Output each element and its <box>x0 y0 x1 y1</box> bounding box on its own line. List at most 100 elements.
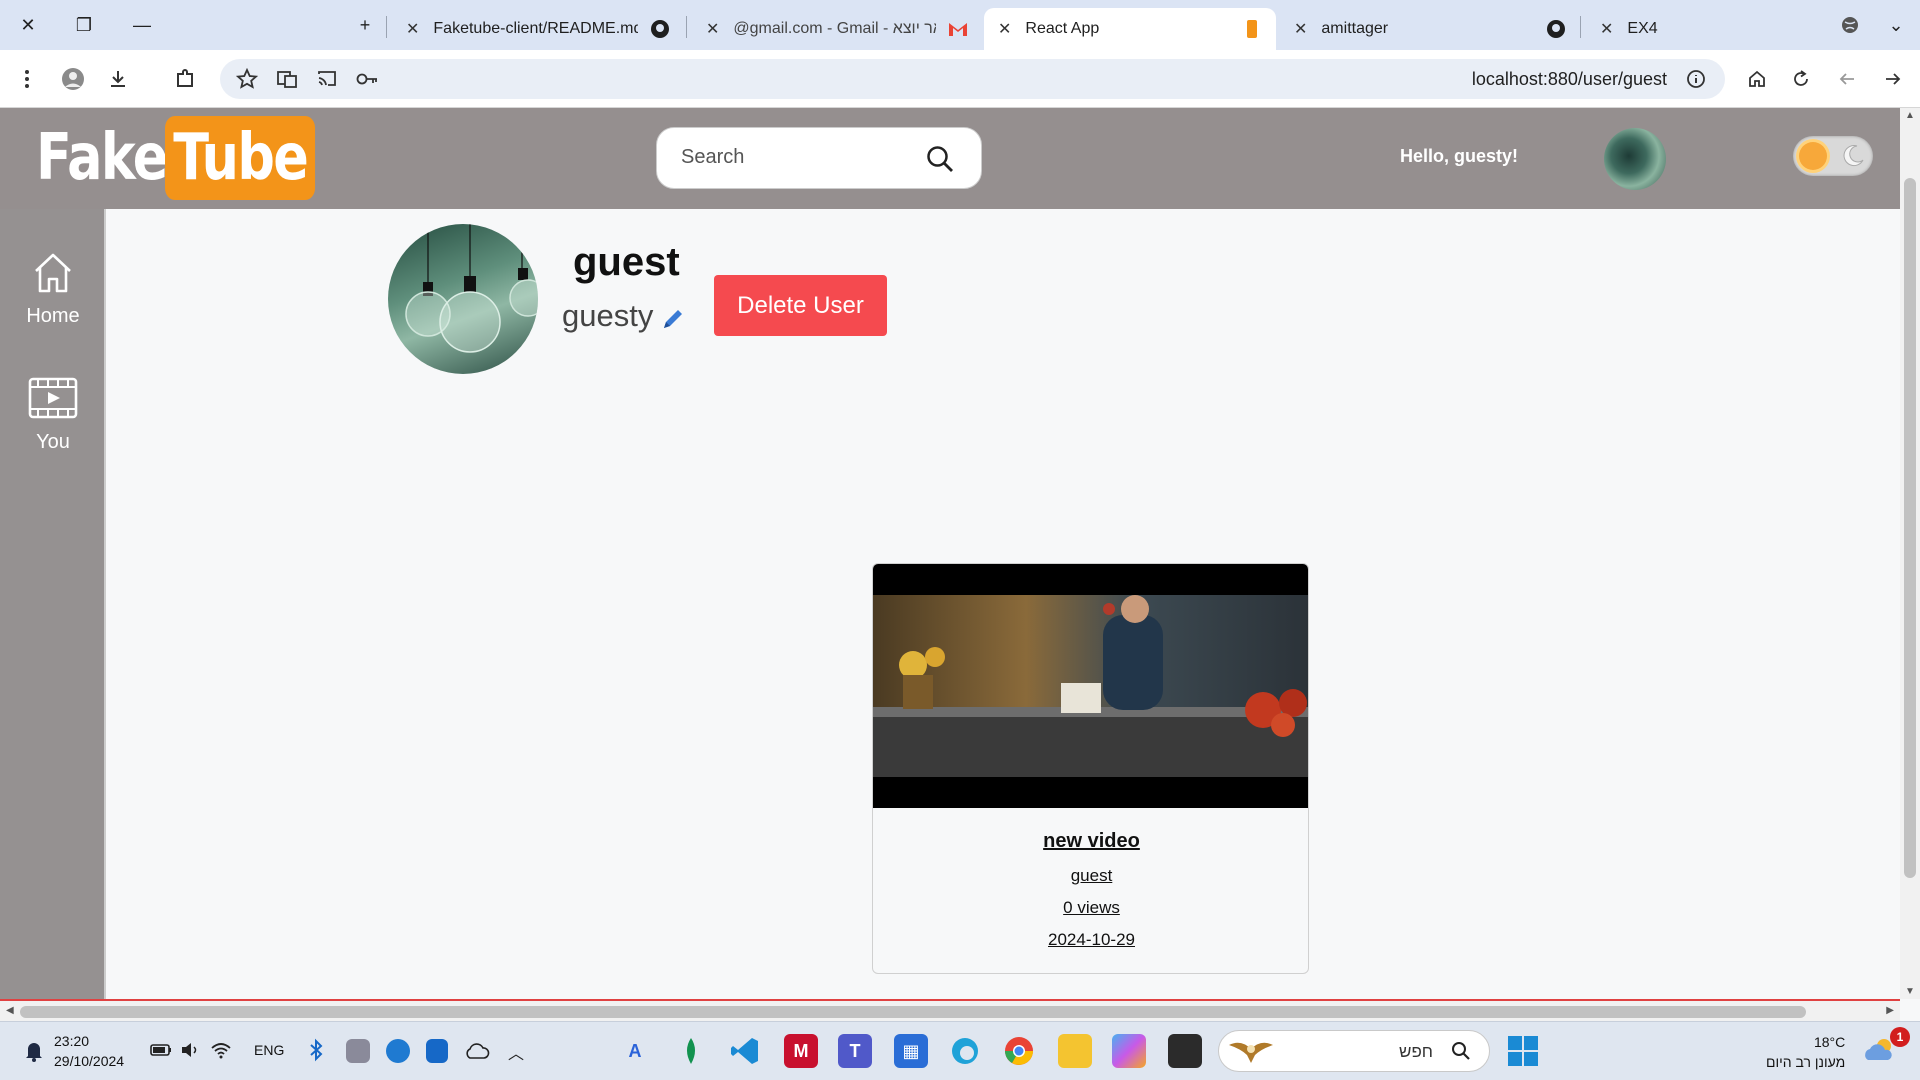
vscode-icon[interactable] <box>728 1034 762 1068</box>
terminal-icon[interactable] <box>1168 1034 1202 1068</box>
tab-close-icon[interactable]: ✕ <box>1600 19 1613 39</box>
store-icon[interactable]: ▦ <box>894 1034 928 1068</box>
tab-ex4[interactable]: ✕ EX4 <box>1586 8 1786 50</box>
weather-temperature: 18°C <box>1813 1034 1846 1050</box>
url-text[interactable]: localhost:880/user/guest <box>1472 69 1667 90</box>
back-arrow-icon[interactable] <box>1832 64 1862 94</box>
close-window-icon[interactable]: ✕ <box>10 8 46 42</box>
translate-icon[interactable] <box>272 64 302 94</box>
vertical-scroll-thumb[interactable] <box>1904 178 1916 878</box>
forward-arrow-icon[interactable] <box>1878 64 1908 94</box>
search-bar <box>656 127 982 189</box>
delete-user-button[interactable]: Delete User <box>714 275 887 336</box>
edit-pencil-icon[interactable] <box>660 306 686 332</box>
scroll-down-icon[interactable]: ▼ <box>1905 986 1915 997</box>
video-author-link[interactable]: guest <box>873 866 1308 886</box>
address-bar[interactable]: localhost:880/user/guest <box>220 59 1725 99</box>
weather-description: מעונן רב היום <box>1766 1054 1846 1070</box>
defender-shield-icon[interactable] <box>426 1039 448 1063</box>
tab-faketube-readme[interactable]: ✕ Faketube-client/README.md at <box>392 8 684 50</box>
moon-icon <box>1839 142 1867 170</box>
bluetooth-icon[interactable] <box>308 1038 324 1062</box>
horizontal-scroll-thumb[interactable] <box>20 1006 1806 1018</box>
sidebar-item-home[interactable]: Home <box>0 247 106 328</box>
video-title-link[interactable]: new video <box>873 830 1308 853</box>
bookmark-star-icon[interactable] <box>232 64 262 94</box>
chrome-icon[interactable] <box>1002 1034 1036 1068</box>
tab-close-icon[interactable]: ✕ <box>998 19 1011 39</box>
scroll-right-icon[interactable]: ▶ <box>1886 1005 1894 1016</box>
user-avatar[interactable] <box>1604 128 1666 190</box>
battery-icon[interactable] <box>150 1040 172 1060</box>
profile-avatar <box>388 224 538 374</box>
tab-close-icon[interactable]: ✕ <box>406 19 419 39</box>
tab-amittager[interactable]: ✕ amittager <box>1280 8 1580 50</box>
notification-bell-icon[interactable] <box>24 1040 44 1062</box>
edge-tray-icon[interactable] <box>386 1039 410 1063</box>
language-indicator[interactable]: ENG <box>254 1042 284 1058</box>
tab-react-app[interactable]: ✕ React App <box>984 8 1276 50</box>
sun-icon <box>1799 142 1827 170</box>
tab-separator <box>1580 16 1581 38</box>
password-key-icon[interactable] <box>352 64 382 94</box>
sidebar-item-label: Home <box>26 305 80 327</box>
scroll-up-icon[interactable]: ▲ <box>1905 110 1915 121</box>
extensions-icon[interactable] <box>170 64 200 94</box>
video-card[interactable]: new video guest 0 views 2024-10-29 <box>872 563 1309 974</box>
wifi-icon[interactable] <box>210 1040 232 1060</box>
sidebar-item-label: You <box>36 431 70 453</box>
tab-close-icon[interactable]: ✕ <box>1294 19 1307 39</box>
logo-tube-text: Tube <box>165 116 316 200</box>
profile-username: guest <box>573 240 680 284</box>
weather-widget[interactable]: 18°C מעונן רב היום <box>1766 1032 1845 1072</box>
tab-label: React App <box>1025 20 1100 37</box>
search-icon[interactable] <box>925 144 955 174</box>
minimize-window-icon[interactable]: — <box>124 8 160 42</box>
profile-display-name: guesty <box>562 298 654 333</box>
video-date-link[interactable]: 2024-10-29 <box>873 930 1308 950</box>
react-app-icon <box>1242 19 1262 39</box>
tab-separator <box>386 16 387 38</box>
sidebar-item-you[interactable]: You <box>0 373 106 454</box>
windows-start-icon[interactable] <box>1506 1034 1540 1068</box>
video-thumbnail[interactable] <box>873 564 1308 808</box>
vertical-scrollbar[interactable]: ▲ ▼ <box>1900 108 1920 999</box>
teams-icon[interactable]: T <box>838 1034 872 1068</box>
new-tab-icon[interactable]: + <box>347 8 383 42</box>
horizontal-scrollbar[interactable]: ◀ ▶ <box>0 999 1900 1021</box>
scroll-left-icon[interactable]: ◀ <box>6 1005 14 1016</box>
reload-icon[interactable] <box>1786 64 1816 94</box>
home-browser-icon[interactable] <box>1742 64 1772 94</box>
mcafee-icon[interactable]: M <box>784 1034 818 1068</box>
app-a-icon[interactable]: A <box>618 1034 652 1068</box>
file-explorer-icon[interactable] <box>1058 1034 1092 1068</box>
clock-date: 29/10/2024 <box>54 1053 125 1069</box>
cast-icon[interactable] <box>312 64 342 94</box>
site-info-icon[interactable] <box>1681 64 1711 94</box>
restore-window-icon[interactable]: ❐ <box>66 8 102 42</box>
tab-close-icon[interactable]: ✕ <box>706 19 719 39</box>
tray-overflow-chevron-icon[interactable]: ︿ <box>508 1040 528 1063</box>
tab-search-chevron-icon[interactable]: ⌄ <box>1878 8 1914 42</box>
search-input[interactable] <box>681 146 901 169</box>
clock[interactable]: 23:20 29/10/2024 <box>54 1031 124 1071</box>
menu-dots-icon[interactable] <box>12 64 42 94</box>
tab-label: @gmail.com - Gmail - דואר יוצא <box>733 20 936 37</box>
volume-icon[interactable] <box>180 1040 200 1060</box>
mongodb-leaf-icon[interactable] <box>674 1034 708 1068</box>
video-views-link[interactable]: 0 views <box>873 898 1308 918</box>
search-highlight-eagle-icon <box>1227 1035 1275 1067</box>
browser-toolbar: localhost:880/user/guest <box>0 50 1920 108</box>
theme-toggle[interactable] <box>1793 136 1873 176</box>
edge-icon[interactable] <box>948 1034 982 1068</box>
copilot-icon[interactable] <box>1112 1034 1146 1068</box>
taskbar-search-text: חפש <box>1399 1042 1433 1061</box>
mcafee-tray-icon[interactable] <box>346 1039 370 1063</box>
profile-avatar-icon[interactable] <box>58 64 88 94</box>
onedrive-cloud-icon[interactable] <box>464 1042 490 1060</box>
download-icon[interactable] <box>103 64 133 94</box>
tab-gmail[interactable]: ✕ @gmail.com - Gmail - דואר יוצא <box>692 8 982 50</box>
faketube-logo[interactable]: Fake Tube <box>36 116 349 200</box>
globe-icon[interactable] <box>1832 8 1868 42</box>
taskbar-search[interactable]: חפש <box>1218 1030 1490 1072</box>
